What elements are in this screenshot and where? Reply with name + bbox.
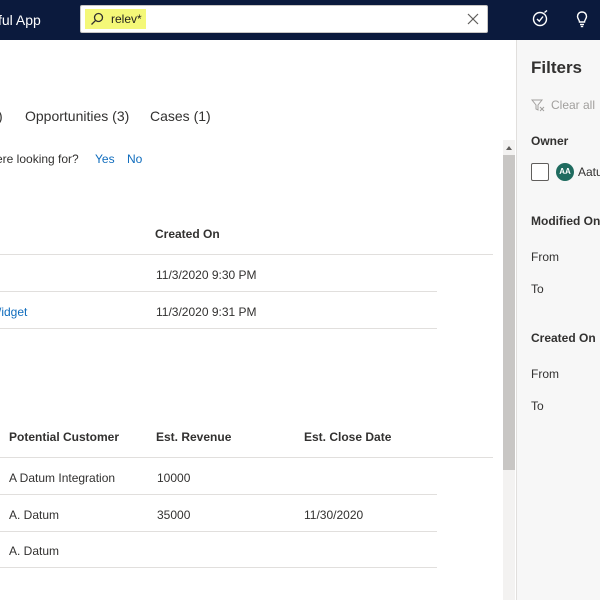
clear-icon[interactable] (467, 13, 479, 25)
modified-from-field[interactable]: From (531, 250, 559, 264)
app-title[interactable]: ful App (0, 12, 41, 28)
column-header-est-revenue[interactable]: Est. Revenue (156, 430, 231, 444)
filters-title: Filters (531, 58, 583, 77)
tab-previous[interactable]: ) (0, 108, 3, 124)
clear-all-label: Clear all (551, 98, 596, 112)
row-divider (0, 291, 437, 292)
created-from-field[interactable]: From (531, 367, 559, 381)
avatar: AA (556, 163, 574, 181)
created-on-filter-label: Created On (531, 331, 596, 345)
owner-filter-label: Owner (531, 134, 569, 148)
table-row-customer[interactable]: A. Datum (9, 508, 59, 522)
filters-panel (516, 40, 600, 600)
column-header-est-close-date[interactable]: Est. Close Date (304, 430, 391, 444)
modified-on-filter-label: Modified On (531, 214, 600, 228)
lightbulb-icon[interactable] (573, 10, 591, 28)
feedback-yes-link[interactable]: Yes (95, 152, 115, 166)
table-row-customer[interactable]: A. Datum (9, 544, 59, 558)
row-divider (0, 328, 437, 329)
owner-checkbox[interactable] (531, 163, 549, 181)
column-header-created-on[interactable]: Created On (155, 227, 220, 241)
table-row-created-on: 11/3/2020 9:30 PM (156, 268, 257, 282)
column-header-potential-customer[interactable]: Potential Customer (9, 430, 119, 444)
search-icon (91, 12, 104, 25)
owner-name[interactable]: Aatu (578, 165, 600, 179)
search-highlight: relev* (85, 9, 146, 29)
created-to-field[interactable]: To (531, 399, 544, 413)
clear-filter-icon (531, 99, 545, 112)
row-divider (0, 494, 437, 495)
feedback-no-link[interactable]: No (127, 152, 142, 166)
table-row-close-date: 11/30/2020 (304, 508, 364, 522)
search-value[interactable]: relev* (111, 11, 142, 27)
scroll-up-icon[interactable] (503, 142, 515, 154)
feedback-question: ere looking for? (0, 152, 79, 166)
search-input[interactable]: relev* (80, 5, 488, 33)
top-bar: ful App relev* (0, 0, 600, 40)
row-divider (0, 531, 437, 532)
scrollbar-thumb[interactable] (503, 155, 515, 470)
tab-cases[interactable]: Cases (1) (150, 108, 211, 124)
table-row-name-link[interactable]: /idget (0, 305, 27, 319)
table-divider (0, 254, 493, 255)
task-icon[interactable] (531, 10, 549, 28)
table-row-revenue: 10000 (157, 471, 191, 485)
table-row-created-on: 11/3/2020 9:31 PM (156, 305, 257, 319)
modified-to-field[interactable]: To (531, 282, 544, 296)
table-row-revenue: 35000 (157, 508, 191, 522)
table-row-customer[interactable]: A Datum Integration (9, 471, 115, 485)
tab-opportunities[interactable]: Opportunities (3) (25, 108, 129, 124)
row-divider (0, 567, 437, 568)
table-divider (0, 457, 493, 458)
